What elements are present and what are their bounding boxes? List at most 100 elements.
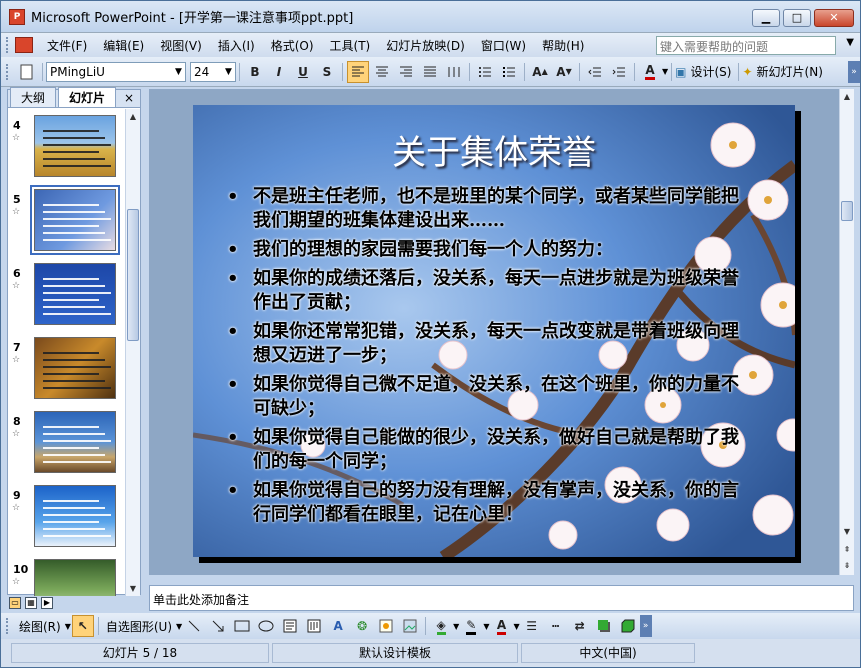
current-slide[interactable]: 关于集体荣誉 • 不是班主任老师，也不是班里的某个同学，或者某些同学能把我们期望的…: [193, 105, 795, 557]
menu-help[interactable]: 帮助(H): [534, 37, 592, 54]
draw-menu-button[interactable]: 绘图(R): [19, 618, 61, 635]
italic-button[interactable]: I: [268, 61, 290, 83]
design-icon[interactable]: ▣: [675, 65, 686, 79]
slideshow-view-icon[interactable]: ▶: [41, 597, 53, 609]
shadow-button[interactable]: S: [316, 61, 338, 83]
arrow-style-icon[interactable]: ⇄: [569, 615, 591, 637]
slide-bullet[interactable]: • 如果你还常常犯错，没关系，每天一点改变就是带着班级向理想又迈进了一步；: [227, 320, 751, 368]
tab-slides[interactable]: 幻灯片: [58, 87, 117, 107]
slide-bullet[interactable]: • 如果你觉得自己微不足道，没关系，在这个班里，你的力量不可缺少；: [227, 373, 751, 421]
align-right-icon[interactable]: [395, 61, 417, 83]
chevron-down-icon[interactable]: ▼: [453, 622, 459, 631]
scroll-up-icon[interactable]: ▲: [126, 109, 140, 124]
animation-star-icon[interactable]: ☆: [12, 281, 20, 291]
previous-slide-icon[interactable]: ⇞: [840, 542, 854, 557]
line-style-icon[interactable]: ☰: [521, 615, 543, 637]
textbox-icon[interactable]: [279, 615, 301, 637]
menu-slideshow[interactable]: 幻灯片放映(D): [378, 37, 473, 54]
slide-thumbnail[interactable]: [30, 185, 120, 255]
tab-outline[interactable]: 大纲: [10, 87, 57, 107]
menu-tools[interactable]: 工具(T): [322, 37, 379, 54]
increase-font-icon[interactable]: A ▲: [529, 61, 551, 83]
animation-star-icon[interactable]: ☆: [12, 133, 20, 143]
document-icon[interactable]: [15, 37, 33, 53]
chevron-down-icon[interactable]: ▼: [176, 622, 182, 631]
decrease-font-icon[interactable]: A ▼: [553, 61, 575, 83]
chevron-down-icon[interactable]: ▼: [65, 622, 71, 631]
close-button[interactable]: ✕: [814, 9, 854, 27]
align-center-icon[interactable]: [371, 61, 393, 83]
chevron-down-icon[interactable]: ▼: [846, 37, 854, 48]
slide-thumbnail-row[interactable]: 8 ☆: [8, 411, 126, 481]
new-slide-icon[interactable]: [16, 61, 38, 83]
slide-thumbnail-row[interactable]: 5 ☆: [8, 185, 126, 259]
font-color-icon[interactable]: A: [639, 61, 661, 83]
toolbar-grip[interactable]: [6, 618, 9, 634]
increase-indent-icon[interactable]: [608, 61, 630, 83]
line-icon[interactable]: [183, 615, 205, 637]
underline-button[interactable]: U: [292, 61, 314, 83]
diagram-icon[interactable]: ❂: [351, 615, 373, 637]
dash-style-icon[interactable]: ┅: [545, 615, 567, 637]
font-color-draw-icon[interactable]: A: [490, 615, 512, 637]
clipart-icon[interactable]: [375, 615, 397, 637]
select-pointer-icon[interactable]: ↖: [71, 615, 94, 637]
wordart-icon[interactable]: A: [327, 615, 349, 637]
chevron-down-icon[interactable]: ▼: [513, 622, 519, 631]
slide-thumbnail-row[interactable]: 6 ☆: [8, 263, 126, 333]
animation-star-icon[interactable]: ☆: [12, 577, 20, 587]
bullets-icon[interactable]: [498, 61, 520, 83]
align-left-icon[interactable]: [347, 60, 369, 83]
animation-star-icon[interactable]: ☆: [12, 355, 20, 365]
line-color-icon[interactable]: ✎: [460, 615, 482, 637]
justify-icon[interactable]: [419, 61, 441, 83]
toolbar-options-icon[interactable]: »: [639, 615, 652, 637]
menu-format[interactable]: 格式(O): [263, 37, 322, 54]
slide-bullet[interactable]: • 如果你的成绩还落后，没关系，每天一点进步就是为班级荣誉作出了贡献；: [227, 267, 751, 315]
next-slide-icon[interactable]: ⇟: [840, 558, 854, 573]
new-slide-star-icon[interactable]: ✦: [742, 65, 752, 79]
slide-thumbnail[interactable]: [34, 411, 116, 473]
chevron-down-icon[interactable]: ▼: [222, 63, 235, 81]
slide-scrollbar[interactable]: ▲ ▼ ⇞ ⇟: [839, 89, 854, 575]
notes-input[interactable]: 单击此处添加备注: [149, 585, 854, 611]
menu-view[interactable]: 视图(V): [152, 37, 210, 54]
rectangle-icon[interactable]: [231, 615, 253, 637]
3d-style-icon[interactable]: [617, 615, 639, 637]
slide-body[interactable]: • 不是班主任老师，也不是班里的某个同学，或者某些同学能把我们期望的班集体建设出来…: [227, 185, 751, 532]
slide-bullet[interactable]: • 不是班主任老师，也不是班里的某个同学，或者某些同学能把我们期望的班集体建设出来…: [227, 185, 751, 233]
chevron-down-icon[interactable]: ▼: [662, 67, 668, 76]
slide-thumbnail[interactable]: [34, 559, 116, 596]
slide-title[interactable]: 关于集体荣誉: [193, 125, 795, 174]
slide-bullet[interactable]: • 如果你觉得自己的努力没有理解，没有掌声，没关系，你的言行同学们都看在眼里，记在…: [227, 479, 751, 527]
toolbar-grip[interactable]: [6, 37, 9, 53]
decrease-indent-icon[interactable]: [584, 61, 606, 83]
design-button[interactable]: 设计(S): [691, 63, 732, 80]
scroll-thumb[interactable]: [841, 201, 853, 221]
chevron-down-icon[interactable]: ▼: [483, 622, 489, 631]
arrow-icon[interactable]: [207, 615, 229, 637]
panel-scrollbar[interactable]: ▲ ▼: [125, 109, 140, 596]
numbering-icon[interactable]: [474, 61, 496, 83]
menu-file[interactable]: 文件(F): [39, 37, 95, 54]
font-size-select[interactable]: 24 ▼: [190, 61, 236, 82]
oval-icon[interactable]: [255, 615, 277, 637]
scroll-up-icon[interactable]: ▲: [840, 89, 854, 104]
menu-insert[interactable]: 插入(I): [210, 37, 263, 54]
shadow-style-icon[interactable]: [593, 615, 615, 637]
slide-thumbnail-row[interactable]: 10 ☆: [8, 559, 126, 596]
menu-window[interactable]: 窗口(W): [473, 37, 534, 54]
slide-thumbnail[interactable]: [34, 263, 116, 325]
help-search-input[interactable]: 键入需要帮助的问题: [656, 36, 836, 55]
slide-thumbnail-row[interactable]: 4 ☆: [8, 115, 126, 185]
chevron-down-icon[interactable]: ▼: [172, 63, 185, 81]
minimize-button[interactable]: ▁: [752, 9, 780, 27]
bold-button[interactable]: B: [244, 61, 266, 83]
normal-view-icon[interactable]: ▭: [9, 597, 21, 609]
scroll-down-icon[interactable]: ▼: [840, 524, 854, 539]
slide-bullet[interactable]: • 如果你觉得自己能做的很少，没关系，做好自己就是帮助了我们的每一个同学；: [227, 426, 751, 474]
animation-star-icon[interactable]: ☆: [12, 503, 20, 513]
vertical-textbox-icon[interactable]: [303, 615, 325, 637]
toolbar-grip[interactable]: [6, 63, 9, 80]
slide-thumbnail[interactable]: [34, 337, 116, 399]
